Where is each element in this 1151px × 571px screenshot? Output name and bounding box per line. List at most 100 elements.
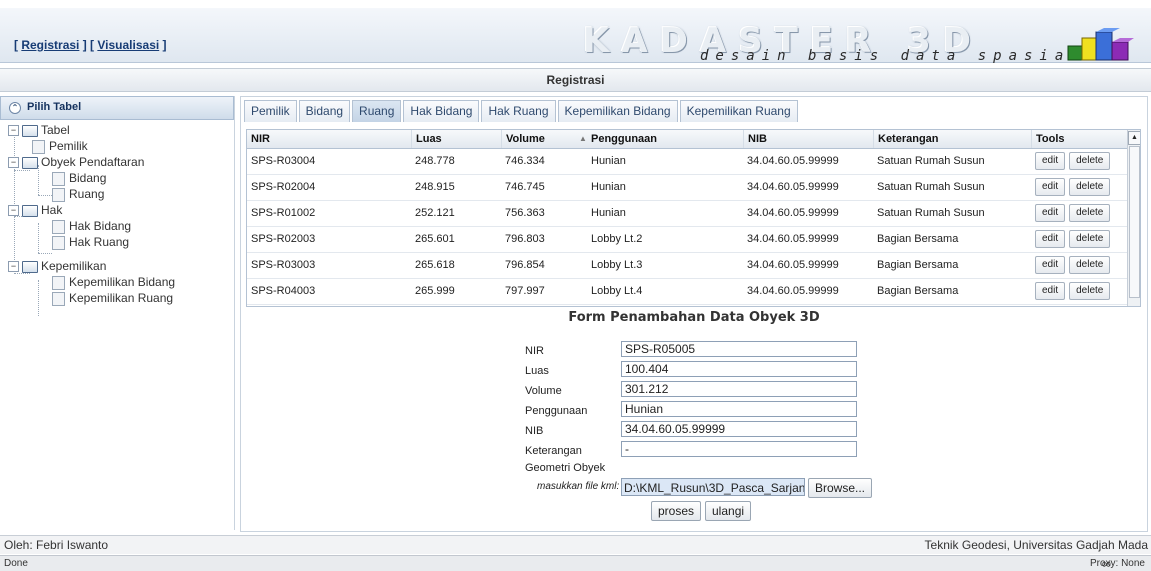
cell-volume: 756.363: [505, 207, 545, 219]
delete-button[interactable]: delete: [1069, 230, 1111, 249]
tree-label: Kepemilikan: [41, 259, 107, 273]
table-icon: [52, 235, 65, 250]
kml-file-label: masukkan file kml:: [537, 481, 620, 492]
tree-node-kepemilikan-ruang[interactable]: Kepemilikan Ruang: [52, 290, 173, 306]
cell-penggunaan: Lobby Lt.4: [591, 285, 643, 297]
delete-button[interactable]: delete: [1069, 256, 1111, 275]
volume-field[interactable]: [621, 381, 857, 397]
cell-luas: 265.999: [415, 285, 455, 297]
tab-kepemilikan-bidang[interactable]: Kepemilikan Bidang: [557, 100, 678, 122]
cell-penggunaan: Hunian: [591, 181, 626, 193]
kml-file-input[interactable]: D:\KML_Rusun\3D_Pasca_Sarjan: [621, 478, 805, 496]
cell-nir: SPS-R03003: [251, 259, 316, 271]
footer-author: Oleh: Febri Iswanto: [4, 538, 109, 552]
delete-button[interactable]: delete: [1069, 204, 1111, 223]
cell-nib: 34.04.60.05.99999: [747, 233, 839, 245]
page-title: Registrasi: [0, 68, 1151, 92]
scroll-thumb[interactable]: [1129, 146, 1140, 298]
registrasi-link[interactable]: Registrasi: [21, 38, 79, 52]
tree-node-ruang[interactable]: Ruang: [52, 186, 104, 202]
visualisasi-link[interactable]: Visualisasi: [97, 38, 159, 52]
column-header-nir[interactable]: NIR: [247, 130, 405, 148]
collapse-toggle-icon[interactable]: −: [8, 205, 19, 217]
folder-icon: [22, 124, 38, 137]
tree-node-obyek-pendaftaran[interactable]: − Obyek Pendaftaran: [8, 154, 144, 170]
cell-luas: 248.915: [415, 181, 455, 193]
cell-nir: SPS-R02004: [251, 181, 316, 193]
tree-node-hak-bidang[interactable]: Hak Bidang: [52, 218, 131, 234]
column-label: Tools: [1036, 133, 1065, 145]
table-icon: [52, 219, 65, 234]
tree-node-bidang[interactable]: Bidang: [52, 170, 106, 186]
table-row[interactable]: SPS-R02003 265.601 796.803 Lobby Lt.2 34.04.…: [247, 227, 1127, 253]
column-header-luas[interactable]: Luas: [411, 130, 496, 148]
geometri-label: Geometri Obyek: [525, 462, 606, 474]
proxy-status[interactable]: Proxy: None: [1090, 556, 1145, 571]
delete-button[interactable]: delete: [1069, 178, 1111, 197]
tree-node-kepemilikan[interactable]: − Kepemilikan: [8, 258, 106, 274]
tree-node-hak-ruang[interactable]: Hak Ruang: [52, 234, 129, 250]
form-title: Form Penambahan Data Obyek 3D: [568, 310, 820, 325]
column-header-nib[interactable]: NIB: [743, 130, 868, 148]
table-tabs: Pemilik Bidang Ruang Hak Bidang Hak Ruang Kep…: [244, 100, 800, 124]
delete-button[interactable]: delete: [1069, 152, 1111, 171]
cell-nib: 34.04.60.05.99999: [747, 259, 839, 271]
table-row[interactable]: SPS-R03004 248.778 746.334 Hunian 34.04.60.0…: [247, 149, 1127, 175]
collapse-icon[interactable]: ⌃: [9, 102, 21, 114]
cell-volume: 796.803: [505, 233, 545, 245]
tab-ruang[interactable]: Ruang: [352, 100, 402, 122]
cell-volume: 796.854: [505, 259, 545, 271]
tree-node-kepemilikan-bidang[interactable]: Kepemilikan Bidang: [52, 274, 175, 290]
grid-scrollbar[interactable]: ▲: [1127, 130, 1140, 306]
proses-button[interactable]: proses: [651, 501, 702, 521]
table-row[interactable]: SPS-R01002 252.121 756.363 Hunian 34.04.60.0…: [247, 201, 1127, 227]
edit-button[interactable]: edit: [1035, 178, 1066, 197]
main-panel: Pemilik Bidang Ruang Hak Bidang Hak Ruang Kep…: [240, 96, 1148, 532]
scroll-up-icon[interactable]: ▲: [1128, 131, 1140, 145]
volume-label: Volume: [525, 385, 562, 397]
tab-pemilik[interactable]: Pemilik: [244, 100, 297, 122]
tree-node-tabel[interactable]: − Tabel: [8, 122, 70, 138]
edit-button[interactable]: edit: [1035, 204, 1066, 223]
column-header-penggunaan[interactable]: Penggunaan: [587, 130, 737, 148]
edit-button[interactable]: edit: [1035, 282, 1066, 301]
edit-button[interactable]: edit: [1035, 230, 1066, 249]
browse-button[interactable]: Browse...: [808, 478, 873, 498]
tab-hak-bidang[interactable]: Hak Bidang: [403, 100, 480, 122]
ulangi-button[interactable]: ulangi: [705, 501, 752, 521]
collapse-toggle-icon[interactable]: −: [8, 157, 19, 169]
column-header-keterangan[interactable]: Keterangan: [873, 130, 1026, 148]
tree-label: Obyek Pendaftaran: [41, 155, 145, 169]
footer-institution: Teknik Geodesi, Universitas Gadjah Mada: [924, 538, 1148, 552]
edit-button[interactable]: edit: [1035, 152, 1066, 171]
logo-subtitle: desain basis data spasial: [700, 48, 1086, 64]
nir-field[interactable]: [621, 341, 857, 357]
collapse-toggle-icon[interactable]: −: [8, 125, 19, 137]
tab-kepemilikan-ruang[interactable]: Kepemilikan Ruang: [679, 100, 798, 122]
panel-header[interactable]: ⌃ Pilih Tabel: [0, 96, 234, 120]
tree-node-pemilik[interactable]: Pemilik: [32, 138, 88, 154]
cell-keterangan: Satuan Rumah Susun: [877, 181, 985, 193]
cell-luas: 252.121: [415, 207, 455, 219]
tab-hak-ruang[interactable]: Hak Ruang: [481, 100, 556, 122]
tree-label: Pemilik: [49, 139, 88, 153]
penggunaan-field[interactable]: [621, 401, 857, 417]
table-tree: − Tabel Pemilik − Obyek Pendaftaran Bidang…: [0, 120, 234, 520]
cell-volume: 746.745: [505, 181, 545, 193]
nib-field[interactable]: [621, 421, 857, 437]
keterangan-field[interactable]: [621, 441, 857, 457]
tree-label: Ruang: [69, 187, 105, 201]
table-row[interactable]: SPS-R04003 265.999 797.997 Lobby Lt.4 34.04.…: [247, 279, 1127, 305]
tree-node-hak[interactable]: − Hak: [8, 202, 62, 218]
column-label: Keterangan: [878, 133, 939, 145]
cell-tools: edit delete: [1031, 201, 1114, 226]
delete-button[interactable]: delete: [1069, 282, 1111, 301]
tree-label: Kepemilikan Ruang: [69, 291, 174, 305]
luas-field[interactable]: [621, 361, 857, 377]
tab-bidang[interactable]: Bidang: [298, 100, 351, 122]
table-row[interactable]: SPS-R02004 248.915 746.745 Hunian 34.04.60.0…: [247, 175, 1127, 201]
table-row[interactable]: SPS-R03003 265.618 796.854 Lobby Lt.3 34.04.…: [247, 253, 1127, 279]
cell-tools: edit delete: [1031, 279, 1114, 304]
collapse-toggle-icon[interactable]: −: [8, 261, 19, 273]
edit-button[interactable]: edit: [1035, 256, 1066, 275]
